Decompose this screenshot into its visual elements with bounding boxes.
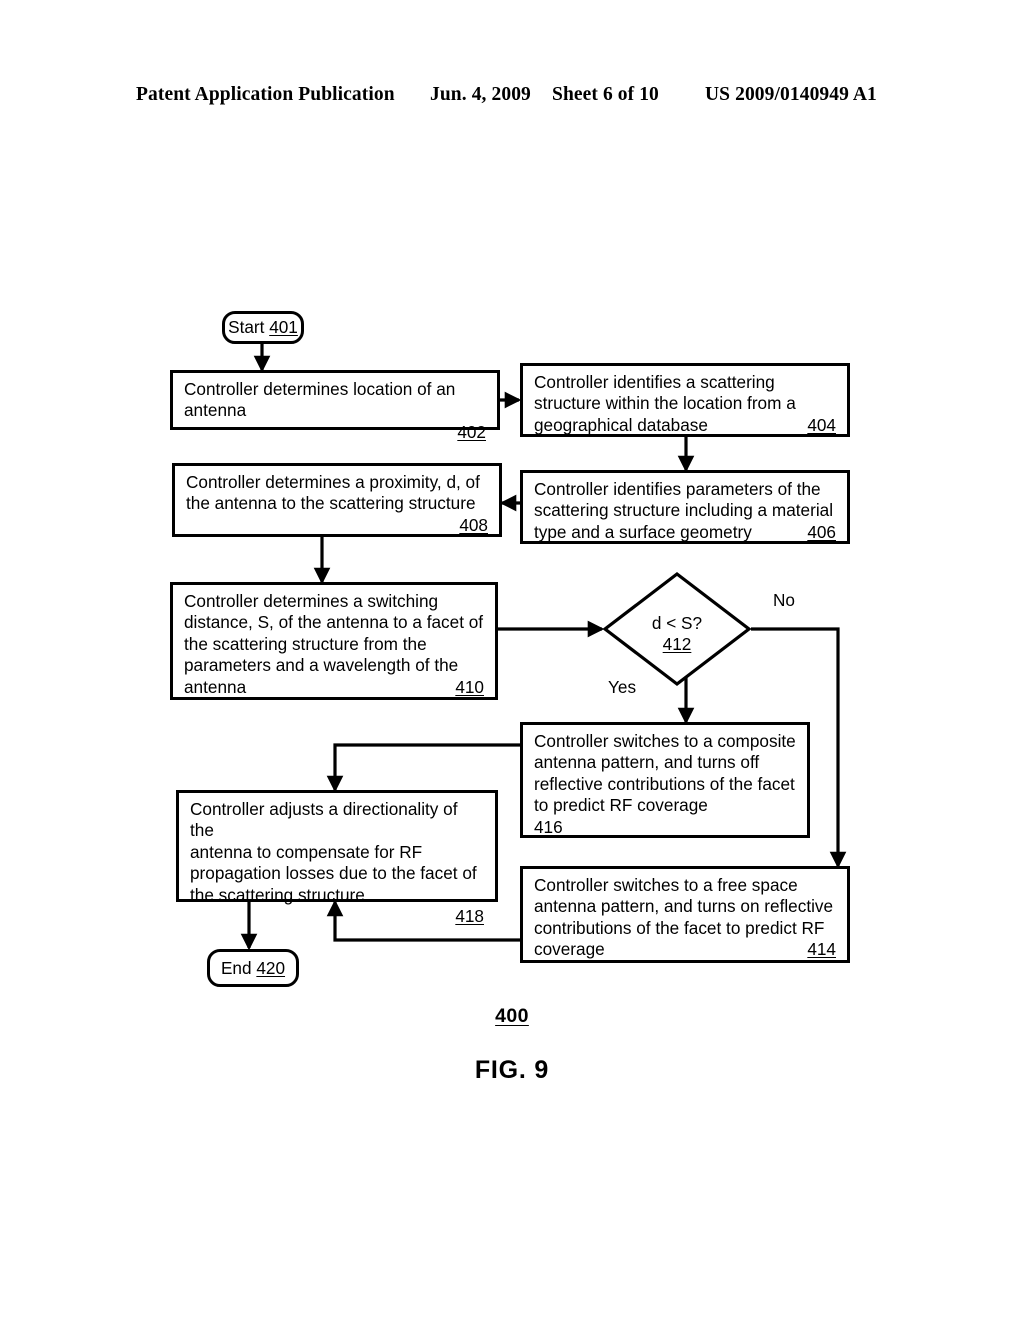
flow-terminator-start: Start 401 [222, 311, 304, 344]
start-label: Start [228, 317, 265, 337]
branch-label-yes: Yes [608, 677, 637, 697]
start-ref: 401 [269, 317, 298, 337]
flow-step-402: Controller determines location of an ant… [170, 370, 500, 442]
flow-step-408: Controller determines a proximity, d, of… [172, 463, 502, 537]
step-408-ref: 408 [459, 514, 488, 535]
flow-decision-412: d < S? 412 [602, 571, 752, 687]
step-416-ref: 416 [534, 816, 563, 837]
step-408-text: Controller determines a proximity, d, of… [186, 472, 480, 514]
patent-page: Patent Application Publication Jun. 4, 2… [0, 0, 1024, 1320]
step-402-ref: 402 [457, 421, 486, 442]
step-418-text: Controller adjusts a directionality of t… [190, 799, 477, 905]
flow-terminator-end: End 420 [207, 949, 299, 987]
step-418-ref: 418 [455, 906, 484, 927]
flow-step-404: Controller identifies a scattering struc… [520, 363, 850, 437]
step-416-text: Controller switches to a composite anten… [534, 731, 796, 816]
end-ref: 420 [256, 958, 286, 978]
flow-step-406: Controller identifies parameters of the … [520, 470, 850, 544]
decision-412-labels: d < S? 412 [602, 613, 752, 655]
flowchart-connectors [240, 344, 847, 951]
flow-step-416: Controller switches to a composite anten… [520, 722, 810, 838]
decision-412-text: d < S? [651, 613, 703, 633]
decision-412-ref: 412 [662, 634, 692, 654]
flow-step-410: Controller determines a switching distan… [170, 582, 498, 700]
end-label: End [220, 958, 252, 978]
flow-step-414: Controller switches to a free space ante… [520, 866, 850, 963]
flow-step-418: Controller adjusts a directionality of t… [176, 790, 498, 926]
step-402-text: Controller determines location of an ant… [184, 379, 456, 421]
branch-label-no: No [773, 590, 795, 610]
